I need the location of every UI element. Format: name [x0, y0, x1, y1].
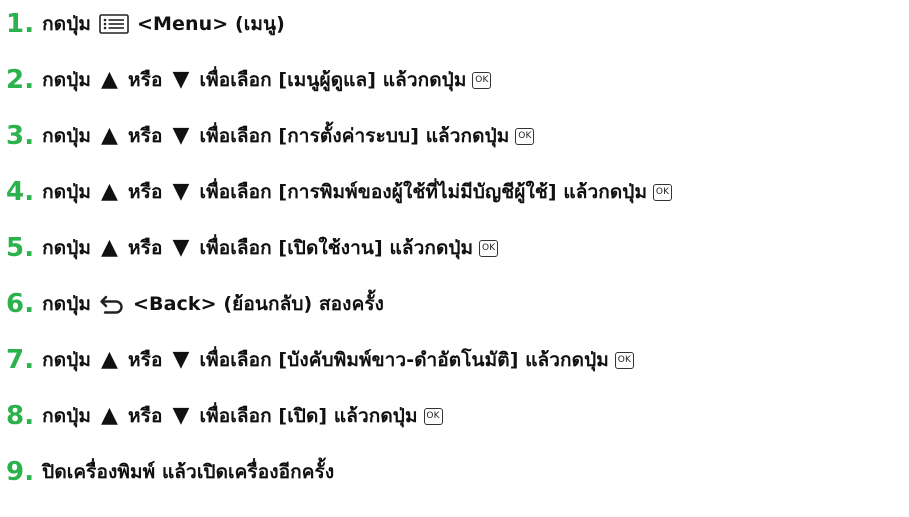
step-text: เพื่อเลือก [บังคับพิมพ์ขาว-ดำอัตโนมัติ] … [199, 349, 609, 371]
step-number: 2. [6, 65, 35, 95]
step-2: 2. กดปุ่ม ▲ หรือ ▼ เพื่อเลือก [เมนูผู้ดู… [6, 60, 492, 100]
triangle-down-icon: ▼ [172, 123, 190, 148]
step-6: 6. กดปุ่ม <Back> (ย้อนกลับ) สองครั้ง [6, 284, 384, 324]
ok-button-icon: OK [472, 71, 492, 89]
menu-list-icon [99, 14, 129, 34]
step-8: 8. กดปุ่ม ▲ หรือ ▼ เพื่อเลือก [เปิด] แล้… [6, 396, 443, 436]
step-text: เพื่อเลือก [การตั้งค่าระบบ] แล้วกดปุ่ม [199, 125, 510, 147]
back-arrow-icon [99, 293, 125, 315]
step-text: ปิดเครื่องพิมพ์ แล้วเปิดเครื่องอีกครั้ง [42, 461, 335, 483]
step-text: เพื่อเลือก [เปิดใช้งาน] แล้วกดปุ่ม [199, 237, 474, 259]
step-text: หรือ [128, 405, 163, 427]
step-4: 4. กดปุ่ม ▲ หรือ ▼ เพื่อเลือก [การพิมพ์ข… [6, 172, 673, 212]
ok-button-icon: OK [515, 127, 535, 145]
ok-button-icon: OK [614, 351, 634, 369]
step-text: กดปุ่ม [42, 293, 91, 315]
step-text: หรือ [128, 181, 163, 203]
step-text: กดปุ่ม [42, 69, 91, 91]
step-number: 5. [6, 233, 35, 263]
triangle-down-icon: ▼ [172, 179, 190, 204]
step-number: 8. [6, 401, 35, 431]
step-number: 7. [6, 345, 35, 375]
step-3: 3. กดปุ่ม ▲ หรือ ▼ เพื่อเลือก [การตั้งค่… [6, 116, 535, 156]
step-number: 4. [6, 177, 35, 207]
step-text: หรือ [128, 237, 163, 259]
triangle-up-icon: ▲ [101, 403, 119, 428]
step-number: 1. [6, 9, 35, 39]
step-text: เพื่อเลือก [เปิด] แล้วกดปุ่ม [199, 405, 418, 427]
step-text: <Menu> (เมนู) [137, 13, 285, 35]
triangle-down-icon: ▼ [172, 235, 190, 260]
step-5: 5. กดปุ่ม ▲ หรือ ▼ เพื่อเลือก [เปิดใช้งา… [6, 228, 499, 268]
triangle-down-icon: ▼ [172, 403, 190, 428]
step-text: หรือ [128, 69, 163, 91]
triangle-down-icon: ▼ [172, 67, 190, 92]
triangle-down-icon: ▼ [172, 347, 190, 372]
step-text: เพื่อเลือก [การพิมพ์ของผู้ใช้ที่ไม่มีบัญ… [199, 181, 648, 203]
step-text: เพื่อเลือก [เมนูผู้ดูแล] แล้วกดปุ่ม [199, 69, 467, 91]
step-number: 6. [6, 289, 35, 319]
triangle-up-icon: ▲ [101, 347, 119, 372]
step-text: <Back> (ย้อนกลับ) สองครั้ง [133, 293, 385, 315]
step-text: หรือ [128, 349, 163, 371]
step-text: กดปุ่ม [42, 125, 91, 147]
step-9: 9. ปิดเครื่องพิมพ์ แล้วเปิดเครื่องอีกครั… [6, 452, 334, 492]
step-7: 7. กดปุ่ม ▲ หรือ ▼ เพื่อเลือก [บังคับพิม… [6, 340, 634, 380]
step-text: หรือ [128, 125, 163, 147]
step-number: 9. [6, 457, 35, 487]
ok-button-icon: OK [653, 183, 673, 201]
ok-button-icon: OK [423, 407, 443, 425]
triangle-up-icon: ▲ [101, 67, 119, 92]
step-text: กดปุ่ม [42, 181, 91, 203]
triangle-up-icon: ▲ [101, 235, 119, 260]
step-text: กดปุ่ม [42, 405, 91, 427]
step-1: 1. กดปุ่ม <Menu> (เมนู) [6, 4, 285, 44]
step-text: กดปุ่ม [42, 237, 91, 259]
ok-button-icon: OK [479, 239, 499, 257]
step-text: กดปุ่ม [42, 349, 91, 371]
step-number: 3. [6, 121, 35, 151]
triangle-up-icon: ▲ [101, 123, 119, 148]
triangle-up-icon: ▲ [101, 179, 119, 204]
step-text: กดปุ่ม [42, 13, 91, 35]
